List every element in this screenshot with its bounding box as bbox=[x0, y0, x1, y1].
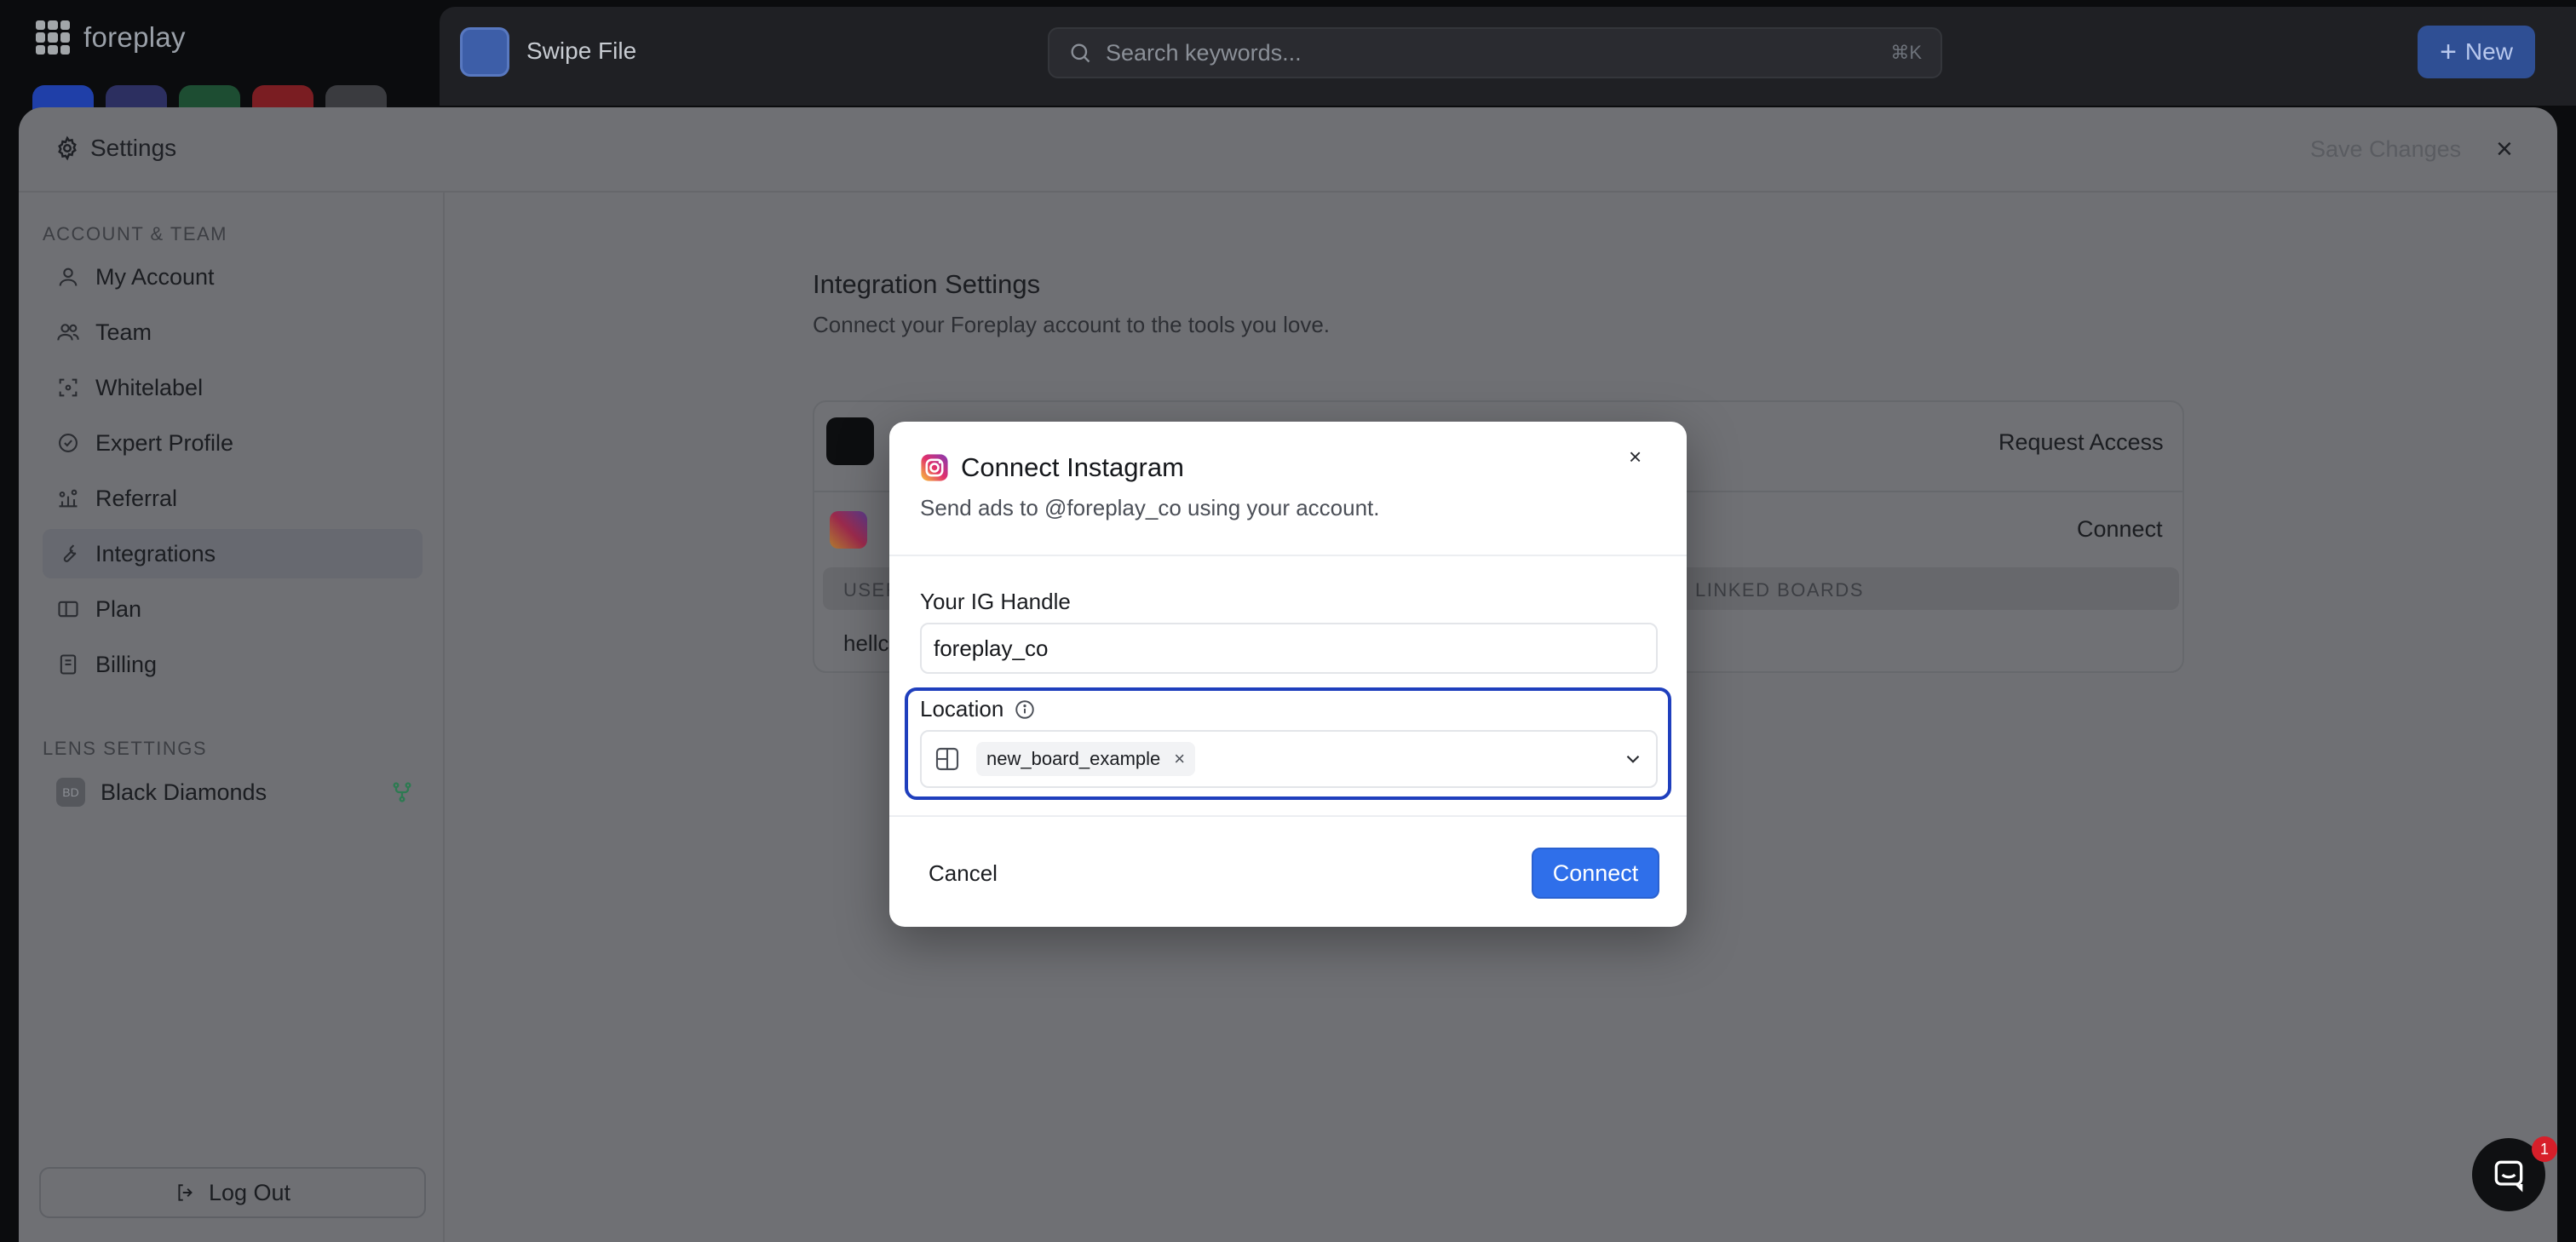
sidebar-item-label: Expert Profile bbox=[95, 429, 234, 456]
chevron-down-icon[interactable] bbox=[1622, 748, 1644, 770]
sidebar-item-label: Integrations bbox=[95, 540, 216, 566]
lens-badge: BD bbox=[56, 778, 85, 807]
close-icon[interactable]: × bbox=[2496, 133, 2513, 166]
modal-subtitle: Send ads to @foreplay_co using your acco… bbox=[920, 495, 1380, 520]
info-icon[interactable] bbox=[1014, 699, 1036, 721]
location-select[interactable]: new_board_example × bbox=[920, 730, 1658, 788]
search-icon bbox=[1071, 43, 1090, 63]
connect-instagram-modal: Connect Instagram Send ads to @foreplay_… bbox=[889, 422, 1687, 927]
logout-icon bbox=[178, 1184, 193, 1201]
board-icon bbox=[935, 747, 959, 771]
logo-text: foreplay bbox=[83, 21, 186, 53]
plus-icon: + bbox=[2440, 35, 2457, 68]
modal-title: Connect Instagram bbox=[961, 452, 1184, 482]
location-label-row: Location bbox=[920, 696, 1036, 722]
cancel-button[interactable]: Cancel bbox=[913, 848, 1013, 899]
instagram-icon bbox=[830, 511, 867, 549]
settings-title-text: Settings bbox=[90, 135, 177, 161]
connect-button[interactable]: Connect bbox=[1532, 848, 1659, 899]
badge-icon bbox=[59, 434, 78, 452]
sidebar-item-label: Billing bbox=[95, 651, 158, 677]
sidebar-item-team[interactable]: Team bbox=[43, 308, 423, 357]
user-icon bbox=[59, 267, 78, 286]
section-account-team: ACCOUNT & TEAM bbox=[43, 223, 227, 244]
branch-icon bbox=[393, 782, 411, 802]
sidebar-item-label: Black Diamonds bbox=[101, 779, 267, 805]
foreplay-logo[interactable]: foreplay bbox=[36, 20, 186, 55]
ig-handle-label: Your IG Handle bbox=[920, 589, 1071, 614]
logout-label: Log Out bbox=[208, 1179, 291, 1205]
integration-settings-title: Integration Settings bbox=[813, 269, 1041, 299]
close-icon[interactable]: × bbox=[1629, 444, 1642, 470]
logout-button[interactable]: Log Out bbox=[39, 1167, 426, 1218]
sidebar-item-label: My Account bbox=[95, 263, 215, 290]
sidebar-item-integrations[interactable]: Integrations bbox=[43, 529, 423, 578]
integration-settings-subtitle: Connect your Foreplay account to the too… bbox=[813, 312, 1331, 337]
sidebar-item-referral[interactable]: Referral bbox=[43, 474, 423, 523]
gear-icon bbox=[58, 135, 77, 161]
selected-board-label: new_board_example bbox=[986, 748, 1161, 769]
chat-icon bbox=[2494, 1160, 2523, 1193]
modal-title-row: Connect Instagram bbox=[920, 452, 1184, 483]
ig-handle-input[interactable] bbox=[920, 623, 1658, 674]
users-icon bbox=[57, 324, 79, 341]
search-bar[interactable]: Search keywords... ⌘K bbox=[1048, 27, 1942, 78]
instagram-icon bbox=[921, 454, 948, 481]
remove-chip-icon[interactable]: × bbox=[1174, 748, 1185, 770]
whitelabel-icon bbox=[59, 378, 78, 397]
request-access-button[interactable]: Request Access bbox=[1998, 429, 2164, 456]
workspace-title: Swipe File bbox=[526, 37, 637, 64]
table-row-user: hellc bbox=[843, 630, 889, 656]
connect-instagram-link[interactable]: Connect bbox=[2077, 516, 2163, 543]
sidebar-item-my-account[interactable]: My Account bbox=[43, 252, 423, 302]
selected-board-chip: new_board_example × bbox=[976, 742, 1196, 776]
folder-icon bbox=[460, 27, 509, 77]
sidebar-item-expert-profile[interactable]: Expert Profile bbox=[43, 418, 423, 468]
search-placeholder: Search keywords... bbox=[1106, 39, 1302, 66]
search-shortcut: ⌘K bbox=[1890, 42, 1922, 63]
new-button[interactable]: + New bbox=[2418, 26, 2535, 78]
sidebar-item-label: Whitelabel bbox=[95, 374, 204, 400]
sidebar-item-whitelabel[interactable]: Whitelabel bbox=[43, 363, 423, 412]
settings-header bbox=[19, 107, 2557, 193]
plan-icon bbox=[58, 601, 78, 618]
settings-sidebar: ACCOUNT & TEAM My Account Team Whitelabe… bbox=[19, 193, 445, 1242]
sidebar-item-label: Referral bbox=[95, 485, 178, 511]
wrench-icon bbox=[63, 544, 77, 562]
sidebar-item-label: Team bbox=[95, 319, 152, 345]
logo-grid-icon bbox=[36, 20, 70, 55]
referral-icon bbox=[59, 489, 78, 508]
integration-tool-icon bbox=[826, 417, 874, 465]
sidebar-item-label: Plan bbox=[95, 595, 142, 622]
settings-title: Settings bbox=[55, 135, 176, 162]
sidebar-item-plan[interactable]: Plan bbox=[43, 584, 423, 634]
location-label: Location bbox=[920, 696, 1004, 722]
receipt-icon bbox=[60, 654, 77, 675]
save-changes-button[interactable]: Save Changes bbox=[2310, 136, 2461, 163]
sidebar-item-black-diamonds[interactable]: BD Black Diamonds bbox=[43, 768, 423, 817]
sidebar-item-billing[interactable]: Billing bbox=[43, 640, 423, 689]
section-lens-settings: LENS SETTINGS bbox=[43, 738, 208, 759]
column-linked-boards: LINKED BOARDS bbox=[1695, 579, 1864, 601]
notification-badge: 1 bbox=[2532, 1136, 2557, 1162]
new-button-label: New bbox=[2464, 38, 2513, 65]
modal-header bbox=[889, 422, 1687, 556]
